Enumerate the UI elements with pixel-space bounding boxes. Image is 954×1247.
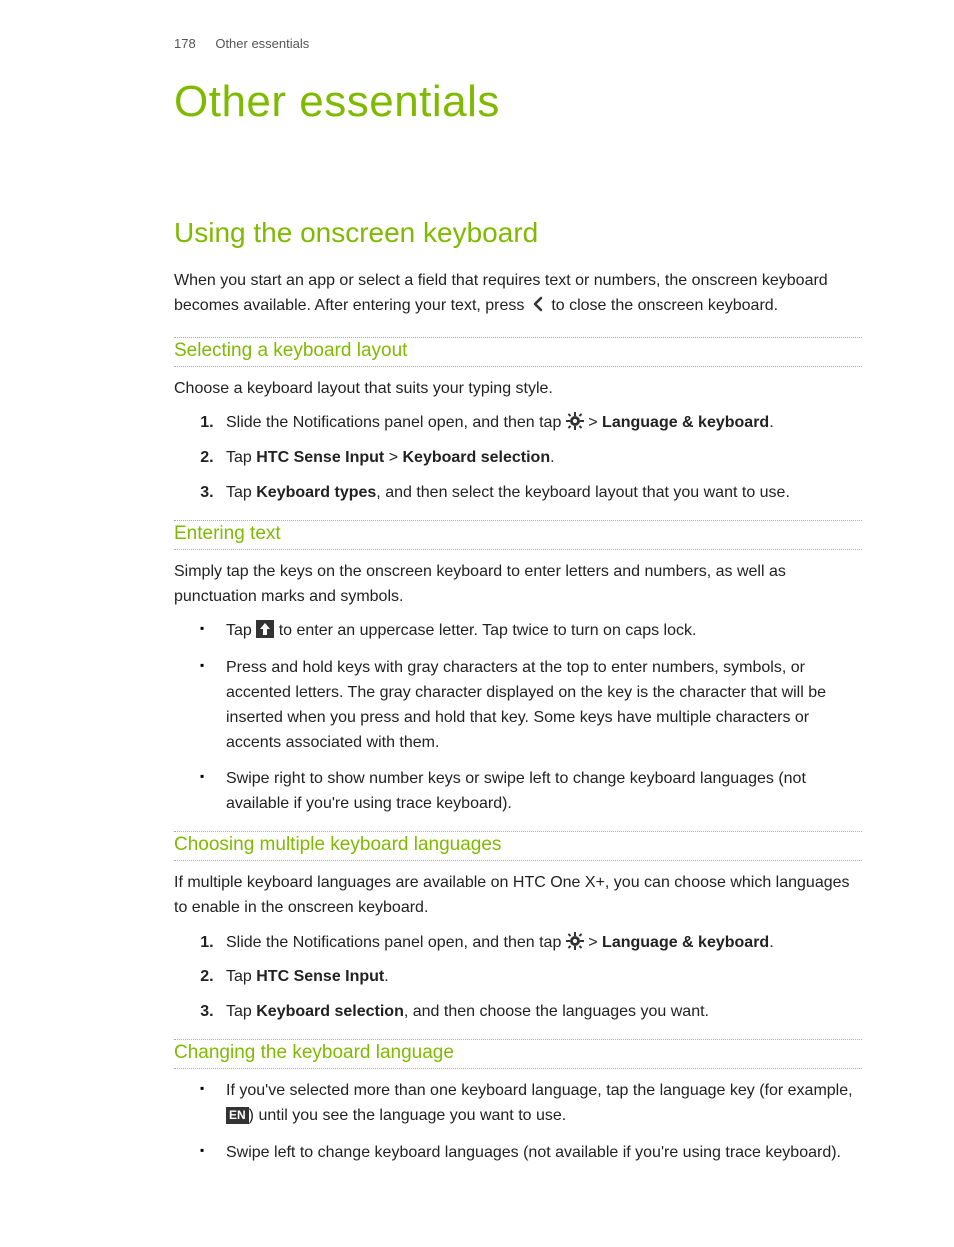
subsection-header-selecting: Selecting a keyboard layout [174, 337, 862, 367]
subsection-title: Entering text [174, 523, 862, 545]
running-title: Other essentials [215, 36, 309, 51]
subsection-title: Selecting a keyboard layout [174, 340, 862, 362]
subsection-title: Changing the keyboard language [174, 1042, 862, 1064]
subsection-lead: Choose a keyboard layout that suits your… [174, 377, 862, 402]
step-item: Slide the Notifications panel open, and … [218, 931, 862, 956]
running-header: 178 Other essentials [174, 36, 862, 51]
page-number: 178 [174, 36, 196, 51]
document-page: 178 Other essentials Other essentials Us… [0, 0, 954, 1247]
menu-item-language-keyboard: Language & keyboard [602, 414, 769, 431]
subsection-header-changing: Changing the keyboard language [174, 1039, 862, 1069]
subsection-header-multi: Choosing multiple keyboard languages [174, 831, 862, 861]
intro-paragraph: When you start an app or select a field … [174, 269, 862, 319]
subsection-title: Choosing multiple keyboard languages [174, 834, 862, 856]
step-item: Slide the Notifications panel open, and … [218, 411, 862, 436]
list-item: Tap to enter an uppercase letter. Tap tw… [218, 619, 862, 644]
subsection-lead: If multiple keyboard languages are avail… [174, 871, 862, 921]
subsection-lead: Simply tap the keys on the onscreen keyb… [174, 560, 862, 610]
bullet-list: If you've selected more than one keyboar… [174, 1079, 862, 1165]
step-item: Tap HTC Sense Input > Keyboard selection… [218, 446, 862, 471]
back-icon [529, 295, 547, 313]
menu-item-language-keyboard: Language & keyboard [602, 934, 769, 951]
subsection-header-entering: Entering text [174, 520, 862, 550]
list-item: Swipe left to change keyboard languages … [218, 1141, 862, 1166]
gear-icon [566, 412, 584, 430]
steps-list: Slide the Notifications panel open, and … [174, 931, 862, 1025]
list-item: If you've selected more than one keyboar… [218, 1079, 862, 1129]
step-item: Tap HTC Sense Input. [218, 965, 862, 990]
language-key-icon: EN [226, 1107, 249, 1125]
gear-icon [566, 932, 584, 950]
list-item: Swipe right to show number keys or swipe… [218, 767, 862, 817]
step-item: Tap Keyboard selection, and then choose … [218, 1000, 862, 1025]
steps-list: Slide the Notifications panel open, and … [174, 411, 862, 505]
section-title: Using the onscreen keyboard [174, 217, 862, 249]
shift-icon [256, 620, 274, 638]
list-item: Press and hold keys with gray characters… [218, 656, 862, 755]
step-item: Tap Keyboard types, and then select the … [218, 481, 862, 506]
chapter-title: Other essentials [174, 77, 862, 127]
intro-text-post: to close the onscreen keyboard. [551, 297, 778, 314]
bullet-list: Tap to enter an uppercase letter. Tap tw… [174, 619, 862, 817]
